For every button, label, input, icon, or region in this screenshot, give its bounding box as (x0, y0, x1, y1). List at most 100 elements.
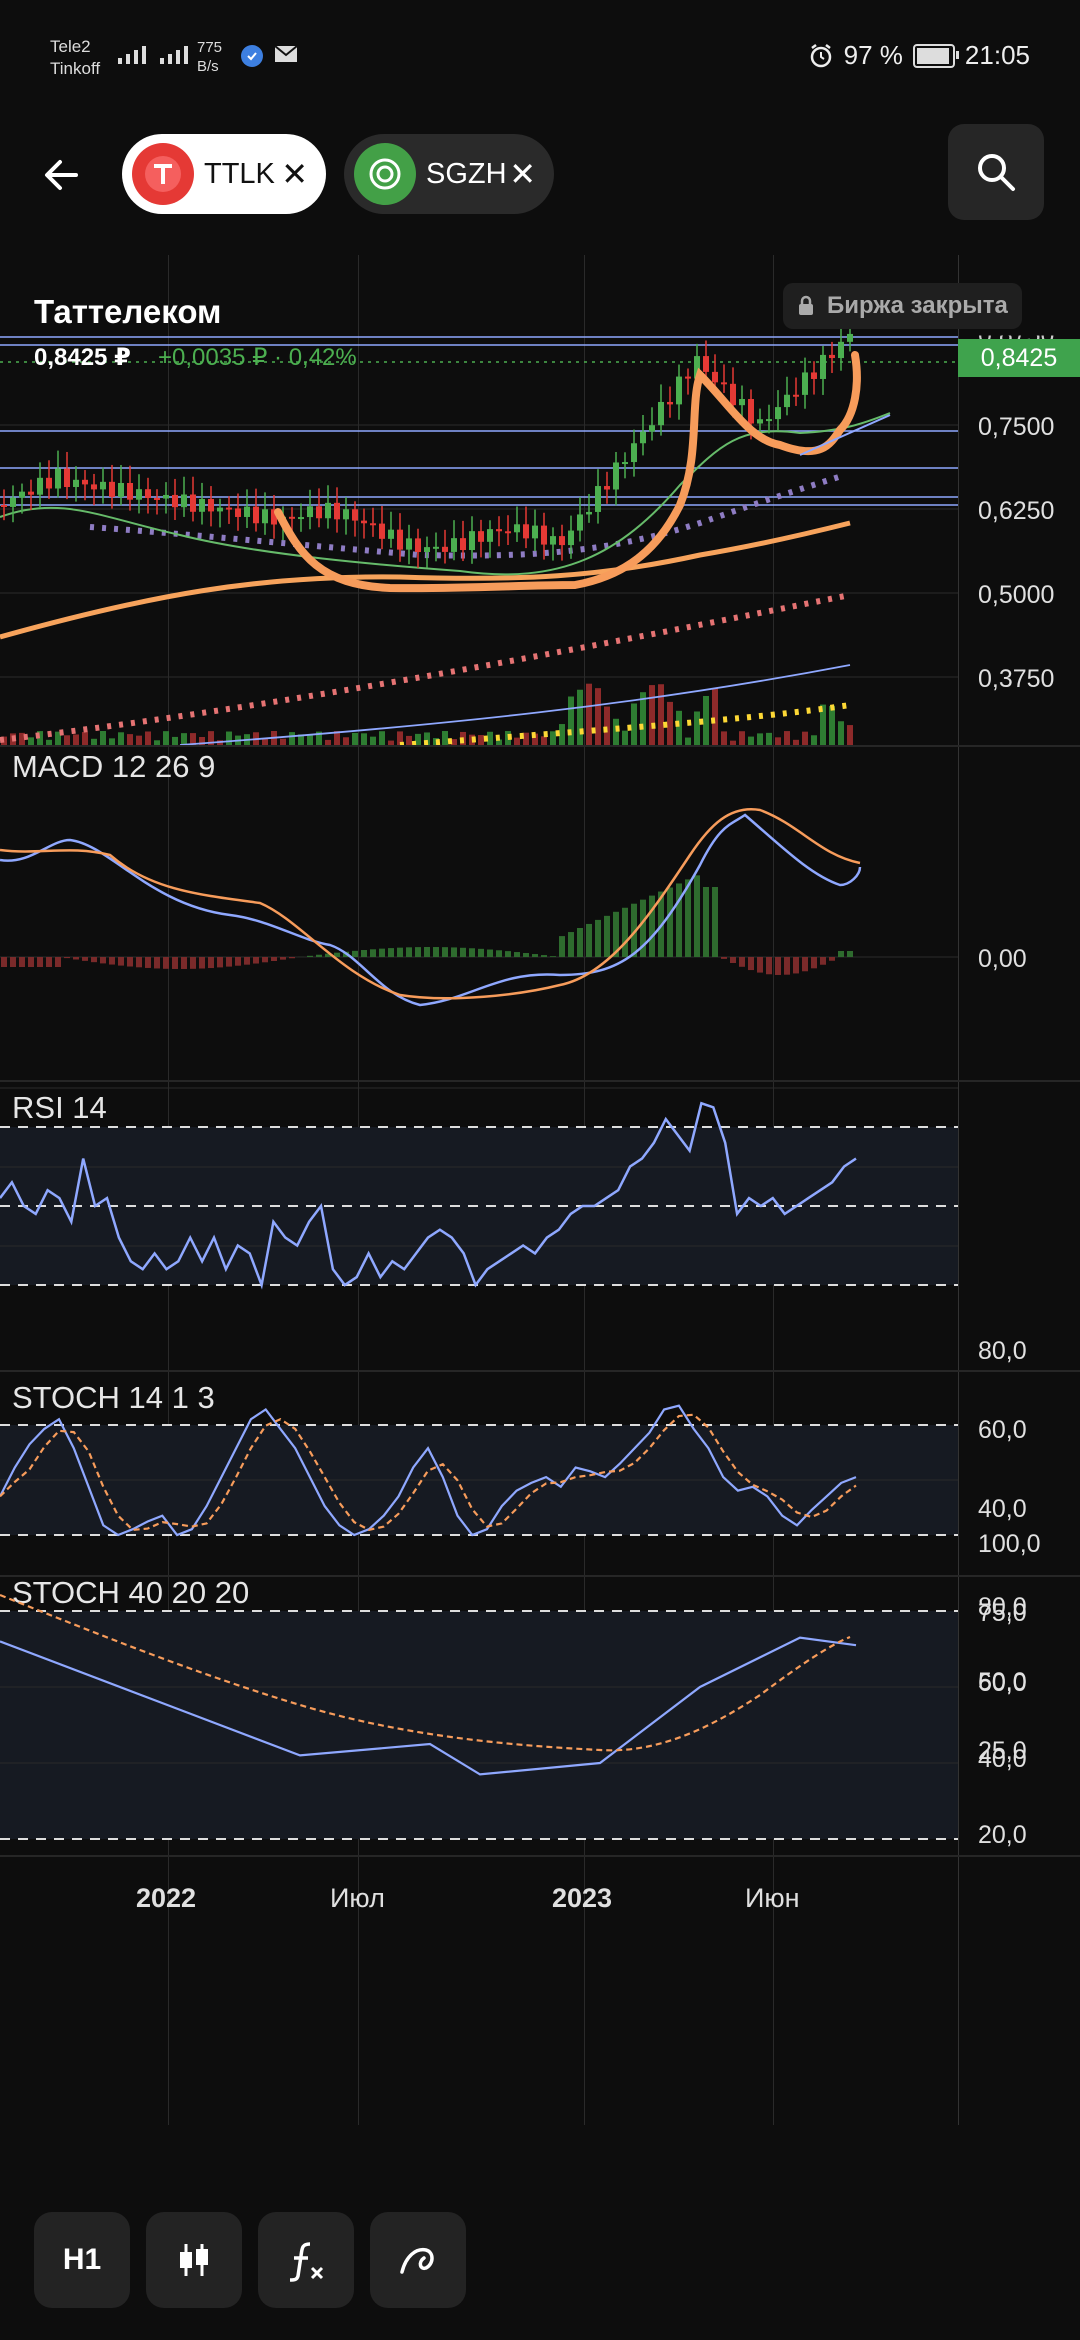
macd-hist-bar (163, 957, 169, 969)
candle-body (262, 509, 268, 524)
time-axis-label: 2022 (136, 1883, 197, 1913)
macd-hist-bar (730, 957, 736, 964)
candle-body (361, 520, 367, 524)
back-button[interactable] (36, 148, 90, 202)
rsi-pane (0, 1087, 958, 1290)
time-axis-label: 2023 (552, 1883, 613, 1913)
candle-body (325, 502, 331, 519)
candle-body (415, 538, 421, 553)
rsi-axis-label: 40,0 (978, 1495, 1027, 1523)
candle-body (154, 497, 160, 500)
macd-signal (0, 807, 861, 1000)
macd-hist-bar (136, 957, 142, 968)
macd-hist-bar (802, 957, 808, 972)
volume-bar (352, 732, 358, 745)
volume-bar (559, 724, 565, 745)
macd-hist-bar (64, 957, 70, 959)
volume-bar (685, 737, 691, 745)
candle-body (757, 419, 763, 424)
net-speed-value: 775 (197, 39, 223, 56)
volume-bar (577, 689, 583, 745)
volume-bar (118, 732, 124, 745)
candle-body (649, 425, 655, 432)
volume-bar (829, 706, 835, 745)
macd-hist-bar (748, 957, 754, 971)
macd-hist-bar (226, 957, 232, 967)
volume-bar (406, 735, 412, 745)
candle-body (37, 477, 43, 495)
macd-hist-bar (82, 957, 88, 961)
close-tab-icon[interactable]: ✕ (509, 155, 536, 193)
close-tab-icon[interactable]: ✕ (281, 155, 308, 193)
chart-area[interactable]: Таттелеком 0,8425 ₽ +0,0035 ₽ · 0,42% Би… (0, 255, 1080, 2125)
status-right: 97 % 21:05 (808, 40, 1030, 71)
candle-body (181, 494, 187, 508)
macd-hist-bar (559, 936, 565, 957)
macd-hist-bar (478, 948, 484, 957)
candle-body (478, 531, 484, 542)
candle-body (190, 494, 196, 512)
candle-body (316, 506, 322, 519)
macd-hist-bar (829, 957, 835, 961)
carrier-2: Tinkoff (50, 59, 101, 78)
candle-body (766, 419, 772, 422)
carrier-names: Tele2 Tinkoff (50, 36, 100, 80)
instrument-name: Таттелеком (34, 293, 222, 330)
macd-hist-bar (73, 957, 79, 960)
macd-hist-bar (532, 954, 538, 957)
macd-hist-bar (127, 957, 133, 967)
notification-icons (240, 44, 298, 68)
volume-bar (172, 736, 178, 745)
price-axis-label: 0,5000 (978, 581, 1055, 609)
macd-hist-bar (712, 887, 718, 957)
macd-pane (0, 807, 958, 1007)
drawing-icon (400, 2247, 434, 2274)
volume-bar (739, 731, 745, 745)
macd-hist-bar (370, 949, 376, 957)
candle-body (811, 372, 817, 379)
drawing-tools-button[interactable] (370, 2212, 466, 2308)
volume-bar (658, 684, 664, 745)
macd-hist-bar (10, 957, 16, 967)
macd-hist-bar (307, 955, 313, 957)
macd-hist-bar (820, 957, 826, 965)
candle-body (496, 529, 502, 532)
macd-hist-bar (523, 953, 529, 957)
volume-bar (487, 731, 493, 745)
macd-hist-bar (721, 957, 727, 959)
candle-body (577, 514, 583, 531)
macd-hist-bar (172, 957, 178, 969)
ticker-tab-sgzh[interactable]: SGZH ✕ (344, 134, 554, 214)
macd-hist-bar (217, 957, 223, 968)
candle-body (289, 516, 295, 519)
candle-body (199, 498, 205, 512)
candle-body (217, 507, 223, 512)
volume-bar (586, 683, 592, 745)
chart-type-button[interactable] (146, 2212, 242, 2308)
candle-body (730, 383, 736, 406)
volume-bar (289, 732, 295, 745)
carrier-1: Tele2 (50, 37, 91, 56)
volume-bar (541, 736, 547, 745)
candle-body (433, 546, 439, 549)
instrument-price: 0,8425 ₽ (34, 344, 131, 371)
volume-bar (64, 735, 70, 745)
candle-body (622, 462, 628, 465)
volume-bar (757, 733, 763, 745)
volume-bar (847, 725, 853, 745)
candle-body (712, 371, 718, 383)
macd-histogram (1, 875, 853, 975)
macd-hist-bar (361, 950, 367, 957)
search-button[interactable] (948, 124, 1044, 220)
indicators-button[interactable] (258, 2212, 354, 2308)
ticker-tab-ttlk[interactable]: TTLK ✕ (122, 134, 326, 214)
net-speed-unit: B/s (197, 58, 219, 75)
timeframe-button[interactable]: H1 (34, 2212, 130, 2308)
rsi-axis-label: 60,0 (978, 1416, 1027, 1444)
candle-body (46, 477, 52, 489)
candle-body (802, 372, 808, 395)
macd-hist-bar (775, 957, 781, 975)
market-status-badge: Биржа закрыта (783, 283, 1022, 329)
bottom-toolbar: H1 (0, 2200, 1080, 2310)
candle-body (118, 483, 124, 497)
